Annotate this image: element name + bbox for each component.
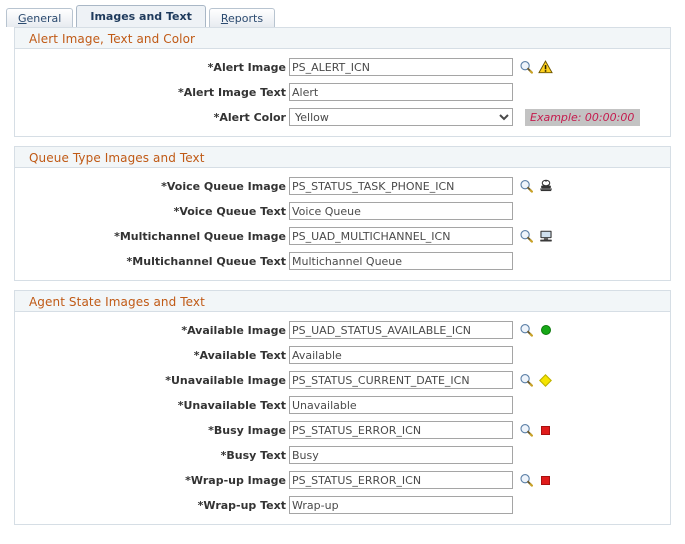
- field-row-voice-queue-image: *Voice Queue Image: [15, 175, 670, 197]
- row-adornments: [513, 179, 553, 194]
- input-wrap-up-image[interactable]: [289, 471, 513, 489]
- green-circle-icon: [538, 323, 553, 338]
- input-multichannel-queue-image[interactable]: [289, 227, 513, 245]
- field-row-unavailable-image: *Unavailable Image: [15, 369, 670, 391]
- label-alert-image: *Alert Image: [207, 60, 286, 74]
- row-adornments: [513, 473, 553, 488]
- input-voice-queue-text[interactable]: [289, 202, 513, 220]
- section-title-agent-state: Agent State Images and Text: [14, 290, 671, 312]
- sections-host: Alert Image, Text and Color*Alert Image*…: [0, 27, 685, 525]
- field-row-unavailable-text: *Unavailable Text: [15, 394, 670, 416]
- field-row-available-image: *Available Image: [15, 319, 670, 341]
- red-square-icon: [538, 473, 553, 488]
- label-busy-text: *Busy Text: [220, 448, 286, 462]
- lookup-magnifier-icon[interactable]: [519, 473, 533, 487]
- input-alert-color[interactable]: Yellow: [289, 108, 513, 126]
- red-square-shape: [541, 425, 550, 435]
- input-multichannel-queue-text[interactable]: [289, 252, 513, 270]
- lookup-magnifier-icon[interactable]: [519, 179, 533, 193]
- input-busy-image[interactable]: [289, 421, 513, 439]
- yellow-diamond-icon: [538, 373, 553, 388]
- field-row-voice-queue-text: *Voice Queue Text: [15, 200, 670, 222]
- label-multichannel-queue-image: *Multichannel Queue Image: [114, 229, 286, 243]
- lookup-magnifier-icon[interactable]: [519, 60, 533, 74]
- field-row-wrap-up-image: *Wrap-up Image: [15, 469, 670, 491]
- row-adornments: [513, 229, 553, 244]
- section-queue-type: Queue Type Images and Text *Voice Queue I…: [14, 146, 671, 281]
- red-square-icon: [538, 423, 553, 438]
- section-agent-state: Agent State Images and Text *Available Im…: [14, 290, 671, 525]
- label-alert-image-text: *Alert Image Text: [177, 85, 286, 99]
- telephone-icon: [538, 179, 553, 194]
- lookup-magnifier-icon[interactable]: [519, 423, 533, 437]
- input-wrap-up-text[interactable]: [289, 496, 513, 514]
- label-wrap-up-image: *Wrap-up Image: [185, 473, 286, 487]
- warning-triangle-icon: [538, 60, 553, 75]
- lookup-magnifier-icon[interactable]: [519, 229, 533, 243]
- label-busy-image: *Busy Image: [208, 423, 286, 437]
- input-unavailable-image[interactable]: [289, 371, 513, 389]
- row-adornments: [513, 60, 553, 75]
- tab-label: Reports: [220, 12, 264, 25]
- input-voice-queue-image[interactable]: [289, 177, 513, 195]
- tab-strip: General Images and Text Reports: [0, 0, 685, 27]
- row-adornments: Example: 00:00:00: [513, 108, 641, 126]
- section-alert: Alert Image, Text and Color*Alert Image*…: [14, 27, 671, 137]
- section-title-alert: Alert Image, Text and Color: [14, 27, 671, 49]
- green-circle-shape: [540, 325, 551, 335]
- row-adornments: [513, 423, 553, 438]
- input-unavailable-text[interactable]: [289, 396, 513, 414]
- label-unavailable-image: *Unavailable Image: [165, 373, 286, 387]
- red-square-shape: [541, 475, 550, 485]
- input-alert-image[interactable]: [289, 58, 513, 76]
- label-voice-queue-text: *Voice Queue Text: [173, 204, 286, 218]
- tab-label: General: [18, 12, 62, 25]
- row-adornments: [513, 373, 553, 388]
- label-wrap-up-text: *Wrap-up Text: [197, 498, 286, 512]
- field-row-busy-image: *Busy Image: [15, 419, 670, 441]
- field-row-multichannel-queue-image: *Multichannel Queue Image: [15, 225, 670, 247]
- field-row-alert-image: *Alert Image: [15, 56, 670, 78]
- field-row-alert-color: *Alert Color Yellow Example: 00:00:00: [15, 106, 670, 128]
- label-available-text: *Available Text: [193, 348, 286, 362]
- label-voice-queue-image: *Voice Queue Image: [161, 179, 286, 193]
- input-busy-text[interactable]: [289, 446, 513, 464]
- label-alert-color: *Alert Color: [213, 110, 286, 124]
- field-row-alert-image-text: *Alert Image Text: [15, 81, 670, 103]
- label-multichannel-queue-text: *Multichannel Queue Text: [126, 254, 286, 268]
- lookup-magnifier-icon[interactable]: [519, 373, 533, 387]
- label-available-image: *Available Image: [181, 323, 286, 337]
- computer-monitor-icon: [538, 229, 553, 244]
- input-alert-image-text[interactable]: [289, 83, 513, 101]
- tab-reports[interactable]: Reports: [208, 8, 276, 27]
- yellow-diamond-shape: [539, 373, 552, 387]
- tab-images-and-text[interactable]: Images and Text: [76, 5, 206, 27]
- input-available-image[interactable]: [289, 321, 513, 339]
- section-body-queue-type: *Voice Queue Image *Voice Queue Text *Mult…: [14, 168, 671, 281]
- section-title-queue-type: Queue Type Images and Text: [14, 146, 671, 168]
- field-row-multichannel-queue-text: *Multichannel Queue Text: [15, 250, 670, 272]
- tab-general[interactable]: General: [6, 8, 74, 27]
- example-hint: Example: 00:00:00: [525, 108, 641, 126]
- tab-label: Images and Text: [90, 10, 192, 23]
- section-body-agent-state: *Available Image *Available Text *Unavaila…: [14, 312, 671, 525]
- field-row-wrap-up-text: *Wrap-up Text: [15, 494, 670, 516]
- section-body-alert: *Alert Image *Alert Image Text *Alert Colo…: [14, 49, 671, 137]
- row-adornments: [513, 323, 553, 338]
- input-available-text[interactable]: [289, 346, 513, 364]
- field-row-available-text: *Available Text: [15, 344, 670, 366]
- label-unavailable-text: *Unavailable Text: [177, 398, 286, 412]
- field-row-busy-text: *Busy Text: [15, 444, 670, 466]
- lookup-magnifier-icon[interactable]: [519, 323, 533, 337]
